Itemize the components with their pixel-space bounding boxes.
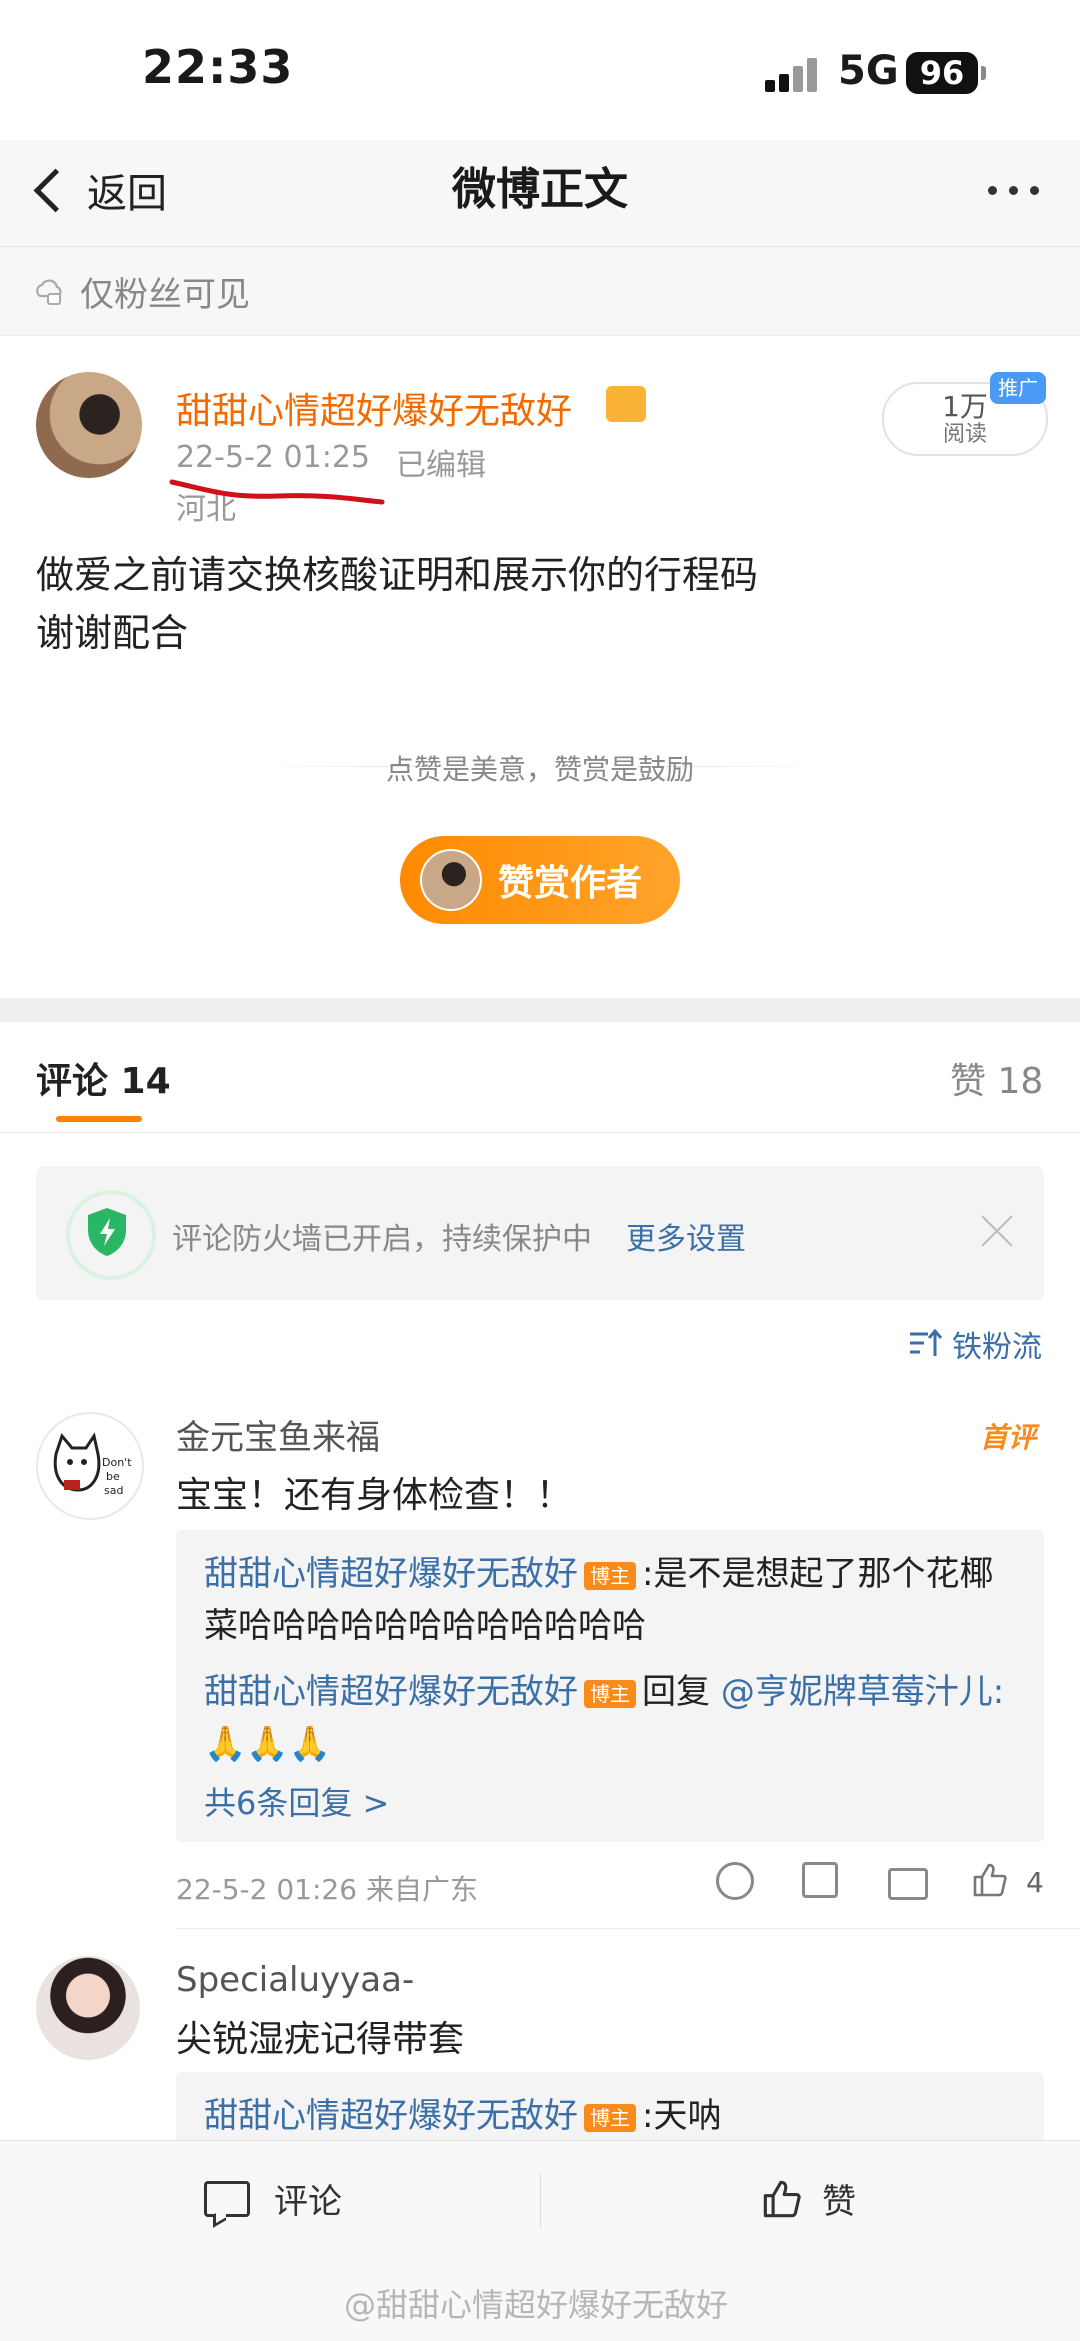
chevron-left-icon [33, 168, 78, 212]
svg-text:be: be [106, 1470, 120, 1483]
visibility-row: 仅粉丝可见 [0, 247, 1080, 336]
reply-author[interactable]: 甜甜心情超好爆好无敌好 [204, 1672, 578, 1712]
tab-likes[interactable]: 赞 18 [950, 1052, 1043, 1104]
tab-divider [0, 1132, 1080, 1133]
comment-button-label: 评论 [274, 2182, 342, 2222]
bottom-divider [540, 2174, 541, 2228]
cat-icon: Don't be sad [53, 1432, 132, 1497]
commenter-name[interactable]: 金元宝鱼来福 [176, 1410, 380, 1459]
comment-button[interactable]: 评论 [204, 2174, 342, 2223]
blogger-tag: 博主 [584, 2103, 636, 2132]
like-button-label: 赞 [822, 2182, 856, 2222]
signal-icon [765, 58, 823, 92]
firewall-text: 评论防火墙已开启，持续保护中 [172, 1222, 592, 1257]
more-replies-link[interactable]: 共6条回复 > [204, 1778, 389, 1824]
crown-badge-icon [606, 386, 646, 422]
reply-text: 回复 [642, 1672, 710, 1712]
commenter-avatar[interactable] [36, 1956, 140, 2060]
comment-text: 尖锐湿疣记得带套 [176, 2019, 465, 2060]
promote-badge[interactable]: 推广 [990, 372, 1046, 404]
battery-tip [981, 66, 986, 80]
comment-text: 宝宝！还有身体检查！！ [176, 1475, 573, 1516]
svg-text:Don't: Don't [102, 1456, 132, 1469]
sort-label[interactable]: 铁粉流 [952, 1322, 1042, 1366]
reward-hint: 点赞是美意，赞赏是鼓励 [385, 753, 694, 786]
reply-item[interactable]: 甜甜心情超好爆好无敌好 博主 回复 @亨妮牌草莓汁儿: 🙏🙏🙏 [204, 1666, 1024, 1770]
battery-icon: 96 [906, 52, 978, 94]
shield-icon [88, 1208, 126, 1256]
visibility-label: 仅粉丝可见 [80, 274, 250, 315]
reply-item[interactable]: 甜甜心情超好爆好无敌好 博主:是不是想起了那个花椰菜哈哈哈哈哈哈哈哈哈哈哈哈 [204, 1548, 1024, 1652]
svg-text:sad: sad [104, 1484, 123, 1497]
tab-comments[interactable]: 评论 14 [36, 1052, 171, 1104]
first-comment-badge: 首评 [980, 1421, 1037, 1454]
share-icon[interactable] [802, 1862, 838, 1898]
status-time: 22:33 [142, 40, 294, 94]
red-underline-annotation [169, 479, 385, 505]
reward-button-label: 赞赏作者 [498, 863, 643, 904]
comment-divider [176, 1928, 1080, 1929]
reply-emoji: 🙏🙏🙏 [204, 1724, 332, 1764]
sort-icon[interactable] [908, 1328, 942, 1358]
tab-active-indicator [56, 1116, 142, 1122]
network-label: 5G [838, 48, 899, 94]
like-icon[interactable] [972, 1862, 1008, 1898]
reward-author-button[interactable]: 赞赏作者 [400, 836, 680, 924]
back-label: 返回 [87, 171, 167, 217]
watermark: @甜甜心情超好爆好无敌好 [344, 2286, 729, 2324]
author-name[interactable]: 甜甜心情超好爆好无敌好 [176, 382, 572, 434]
reads-label: 阅读 [942, 422, 987, 447]
reply-icon[interactable] [888, 1868, 928, 1900]
reply-item[interactable]: 甜甜心情超好爆好无敌好 博主:天呐 [204, 2090, 721, 2142]
section-gap [0, 998, 1080, 1022]
thumbs-up-icon [763, 2180, 801, 2217]
back-button[interactable]: 返回 [28, 160, 167, 220]
blogger-tag: 博主 [584, 1679, 636, 1708]
comment-meta: 22-5-2 01:26 来自广东 [176, 1873, 478, 1906]
post-body: 做爱之前请交换核酸证明和展示你的行程码 谢谢配合 [36, 553, 759, 655]
edited-label[interactable]: 已编辑 [396, 440, 486, 484]
reward-avatar [420, 849, 482, 911]
more-button[interactable] [988, 186, 1039, 195]
like-button[interactable]: 赞 [762, 2174, 856, 2223]
close-icon[interactable] [980, 1214, 1014, 1248]
reply-mention[interactable]: @亨妮牌草莓汁儿: [721, 1672, 1004, 1712]
report-icon[interactable] [716, 1862, 754, 1900]
blogger-tag: 博主 [584, 1561, 636, 1590]
reply-text: :天呐 [642, 2096, 722, 2136]
lock-cloud-icon [36, 279, 62, 305]
more-settings-link[interactable]: 更多设置 [626, 1214, 746, 1258]
commenter-avatar[interactable]: Don't be sad [36, 1412, 144, 1520]
reply-author[interactable]: 甜甜心情超好爆好无敌好 [204, 2096, 578, 2136]
like-count: 4 [1026, 1866, 1044, 1899]
author-avatar[interactable] [36, 372, 142, 478]
comment-icon [204, 2180, 250, 2217]
reply-author[interactable]: 甜甜心情超好爆好无敌好 [204, 1554, 578, 1594]
commenter-name[interactable]: Specialuyyaa- [176, 1960, 414, 2000]
